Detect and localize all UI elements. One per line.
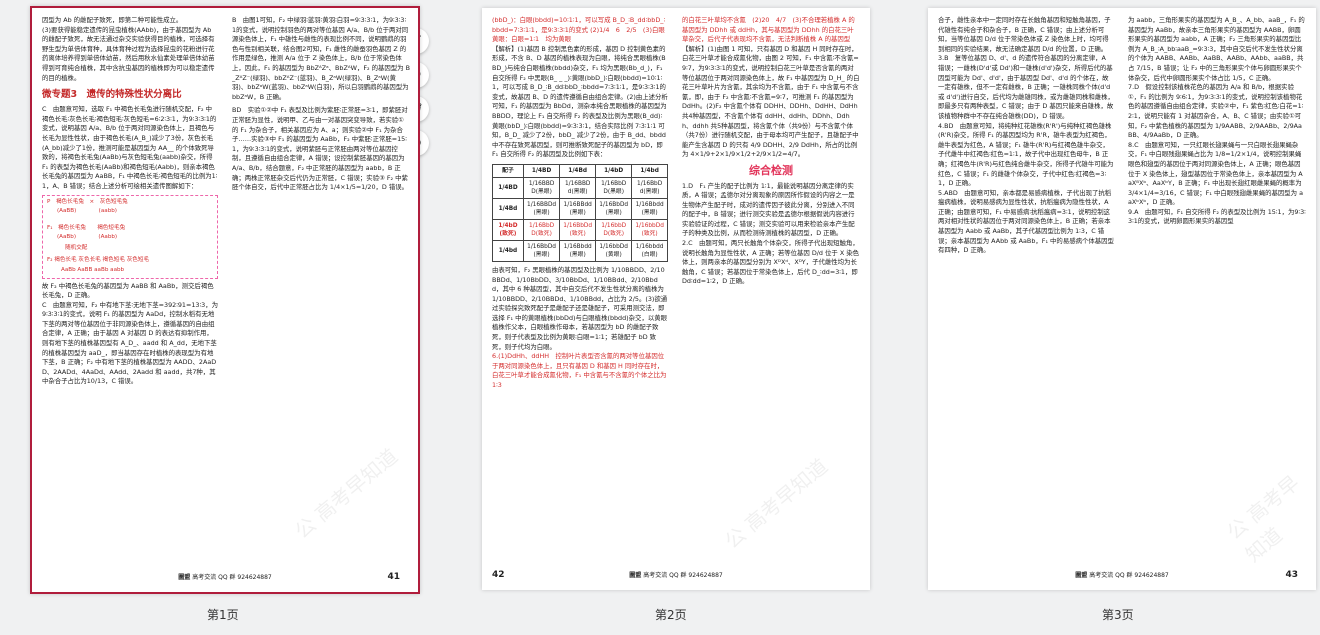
genetic-diagram: P 褐色长毛兔 × 灰色短毛兔 (AaBB) (aabb) F₁ 褐色长毛兔 褐… — [42, 194, 218, 279]
table-row: 1/4bd 1/16BbDd(黑眼) 1/16Bbdd(黑眼) 1/16bbDd… — [492, 239, 668, 262]
table-row: 1/4bD(致死) 1/16BbDD(致死) 1/16BbDd(致死) 1/16… — [492, 218, 668, 241]
table-col-header: 1/4bd — [631, 163, 668, 178]
question-7: 7.D 假设控制该植株花色的基因为 A/a 和 B/b，根据实验①，F₁ 的比例… — [1128, 83, 1304, 140]
question-3: 3.B 复等位基因 D、d'、d 的遗传符合基因的分离定律，A 错误；一雌株(D… — [938, 54, 1114, 120]
table-cell: 1/16bbDd(致死) — [631, 218, 668, 241]
page-thumbnail-3[interactable]: 合子，雌性亲本中一定同时存在长触角基因和短触角基因，子代雄性有纯合子和杂合子，B… — [928, 8, 1316, 590]
question-4: 4.BD 由题意可知，将纯种红花雄株(R'R')与纯种红褐色雄株(R'R)杂交，… — [938, 121, 1114, 188]
diagram-f2-genotype: AaBb AaBB aaBb aabb — [61, 266, 125, 273]
table-col-header: 1/4BD — [522, 163, 561, 178]
table-cell: 1/16BBDd(黑眼) — [559, 176, 597, 199]
question-1: C 由题意可知，选取 F₁ 中褐色长毛兔进行随机交配，F₂ 中褐色长毛∶灰色长毛… — [42, 105, 218, 190]
table-cell: 1/16BbDd(黑眼) — [631, 176, 668, 199]
table-cell: 1/16BbDD(致死) — [522, 218, 561, 241]
page-label-3[interactable]: 第3页 — [1102, 606, 1134, 623]
table-cell: 1/16BBdd(黑眼) — [559, 197, 597, 220]
table-row-header: 1/4Bd — [492, 197, 524, 220]
table-cell: 1/16BbDd(黑眼) — [522, 239, 561, 262]
question-2: 2.C 由题可知，两只长触角个体杂交，所得子代出现短触角，说明长触角为显性性状，… — [682, 239, 860, 286]
paragraph: 由表可知，F₂ 黑眼植株的基因型及比例为 1/10BBDD、2/10BBDd、1… — [492, 265, 668, 351]
paragraph: 因型为 Ab 的雌配子致死，即第二种可能性成立。 — [42, 16, 183, 24]
question-6: 6.(1)DdHh、ddHH 控制叶片表型否含氰的两对等位基因位于两对同源染色体… — [492, 352, 667, 390]
table-cell: 1/16Bbdd(黑眼) — [559, 239, 597, 262]
page-label-1[interactable]: 第1页 — [207, 606, 239, 623]
question-8: 8.C 由题意可知，一只红眼长翅果蝇与一只白眼长翅果蝇杂交，F₁ 中白眼残翅果蝇… — [1128, 140, 1303, 207]
paragraph: (3)要获得能稳定遗传的昆虫植株(AAbb)，由于基因型为 Ab 的雌配子致死，… — [42, 25, 215, 82]
paragraph: 为 aabb，三角形果实的基因型为 A_B_、A_bb、aaB_，F₁ 的基因型… — [1128, 16, 1305, 82]
page-1-left-column: 因型为 Ab 的雌配子致死，即第二种可能性成立。 (3)要获得能稳定遗传的昆虫植… — [42, 16, 218, 566]
answer-continued: 的白花三叶草均不含氰 (2)20 4/7 (3)不合理若植株 A 的基因型为 D… — [682, 16, 855, 44]
table-cell: 1/16BBDd(黑眼) — [522, 197, 561, 220]
footer-brand: 圖盟 — [1075, 572, 1088, 579]
page-2-left-column: (bbD_)：白眼(bbdd)=10∶1∶1，可以写成 B_D_∶B_dd∶bb… — [492, 16, 668, 564]
question-4: BD 实验①②中 F₁ 表型及比例为紫胚∶正常胚=3∶1，即紫胚对正常胚为显性，… — [232, 106, 409, 192]
footer-text: 高考交流 QQ 群 924624887 — [643, 572, 723, 579]
table-row-header: 1/4bD(致死) — [492, 218, 524, 241]
footer-text: 高考交流 QQ 群 924624887 — [192, 574, 272, 581]
diagram-p: P 褐色长毛兔 × 灰色短毛兔 — [47, 198, 128, 205]
table-col-header: 1/4bD — [595, 163, 633, 178]
diagram-f1: F₁ 褐色长毛兔 褐色短毛兔 — [47, 224, 126, 231]
page-footer: 圖盟 高考交流 QQ 群 924624887 — [928, 570, 1316, 582]
table-row: 1/4BD 1/16BBDD(黑眼) 1/16BBDd(黑眼) 1/16BbDD… — [492, 176, 668, 199]
table-cell: 1/16BBDD(黑眼) — [522, 176, 561, 199]
table-cell: 1/16bbDD(致死) — [595, 218, 633, 241]
page-footer: 圖盟 高考交流 QQ 群 924624887 — [32, 572, 418, 584]
page-thumbnail-2[interactable]: (bbD_)：白眼(bbdd)=10∶1∶1，可以写成 B_D_∶B_dd∶bb… — [482, 8, 870, 590]
question-9: 9.A 由题可知，F₁ 自交所得 F₂ 的表型及比例为 15∶1，为9∶3∶3∶… — [1128, 207, 1306, 226]
section-title: 综合检测 — [749, 163, 793, 177]
diagram-f2: F₂ 褐色长毛 灰色长毛 褐色短毛 灰色短毛 — [47, 256, 150, 263]
table-header-row: 配子 1/4BD 1/4Bd 1/4bD 1/4bd — [492, 163, 668, 178]
page-number: 41 — [387, 572, 400, 582]
page-label-2[interactable]: 第2页 — [655, 606, 687, 623]
page-3-left-column: 合子，雌性亲本中一定同时存在长触角基因和短触角基因，子代雄性有纯合子和杂合子，B… — [938, 16, 1114, 564]
diagram-cross: 随机交配 — [65, 244, 88, 251]
analysis: 【解析】(1)基因 B 控制黑色素的形成，基因 D 控制黄色素的形成，不含 B、… — [492, 44, 668, 159]
page-footer: 圖盟 高考交流 QQ 群 924624887 — [482, 570, 870, 582]
table-row: 1/4Bd 1/16BBDd(黑眼) 1/16BBdd(黑眼) 1/16BbDd… — [492, 197, 668, 220]
page-1-right-column: B 由图1可知，F₂ 中绿羽∶蓝羽∶黄羽∶白羽=9∶3∶3∶1，为9∶3∶3∶1… — [232, 16, 410, 566]
table-col-header: 1/4Bd — [559, 163, 597, 178]
section-title: 微专题3 遗传的特殊性状分离比 — [42, 89, 182, 101]
answer-intro: (bbD_)：白眼(bbdd)=10∶1∶1，可以写成 B_D_∶B_dd∶bb… — [492, 16, 668, 44]
question-5: 5.ABD 由题意可知，亲本都是易感病植株，子代出现了抗稻瘟病植株，说明易感病为… — [938, 188, 1114, 255]
question-1: 1.D F₁ 产生的配子比例为 1∶1，最能说明基因分离定律的实质，A 错误；孟… — [682, 181, 855, 238]
table-row-header: 1/4BD — [492, 176, 524, 199]
table-cell: 1/16BbDd(黑眼) — [595, 197, 633, 220]
footer-brand: 圖盟 — [178, 574, 191, 581]
diagram-f1-genotype: (AaBb) (Aabb) — [57, 233, 118, 240]
paragraph: 故 F₂ 中褐色长毛兔的基因型为 AaBB 和 AaBb，测交后褐色长毛兔，D … — [42, 281, 214, 300]
question-3: B 由图1可知，F₂ 中绿羽∶蓝羽∶黄羽∶白羽=9∶3∶3∶1，为9∶3∶3∶1… — [232, 16, 410, 101]
table-cell: 1/16Bbdd(黑眼) — [631, 197, 668, 220]
table-row-header: 1/4bd — [492, 239, 524, 262]
analysis: 【解析】(1)由图 1 可知，只有基因 D 和基因 H 同时存在时，白花三叶草才… — [682, 44, 860, 159]
diagram-p-genotype: (AaBB) (aabb) — [57, 207, 117, 214]
question-2: C 由题意可知，F₂ 中有地下茎∶无地下茎=392∶91=13∶3，为9∶3∶3… — [42, 300, 218, 386]
gamete-table: 配子 1/4BD 1/4Bd 1/4bD 1/4bd 1/4BD 1/16BBD… — [492, 163, 668, 262]
table-corner: 配子 — [492, 163, 524, 178]
page-number: 42 — [492, 570, 505, 580]
footer-text: 高考交流 QQ 群 924624887 — [1089, 572, 1169, 579]
table-cell: 1/16bbDd(黄眼) — [595, 239, 633, 262]
page-number: 43 — [1285, 570, 1298, 580]
table-cell: 1/16BbDd(致死) — [559, 218, 597, 241]
page-2-right-column: 的白花三叶草均不含氰 (2)20 4/7 (3)不合理若植株 A 的基因型为 D… — [682, 16, 860, 564]
table-cell: 1/16BbDD(黑眼) — [595, 176, 633, 199]
footer-brand: 圖盟 — [629, 572, 642, 579]
page-thumbnail-1[interactable]: 因型为 Ab 的雌配子致死，即第二种可能性成立。 (3)要获得能稳定遗传的昆虫植… — [30, 6, 420, 594]
table-cell: 1/16bbdd(白眼) — [631, 239, 668, 262]
paragraph: 合子，雌性亲本中一定同时存在长触角基因和短触角基因，子代雄性有纯合子和杂合子，B… — [938, 16, 1111, 53]
